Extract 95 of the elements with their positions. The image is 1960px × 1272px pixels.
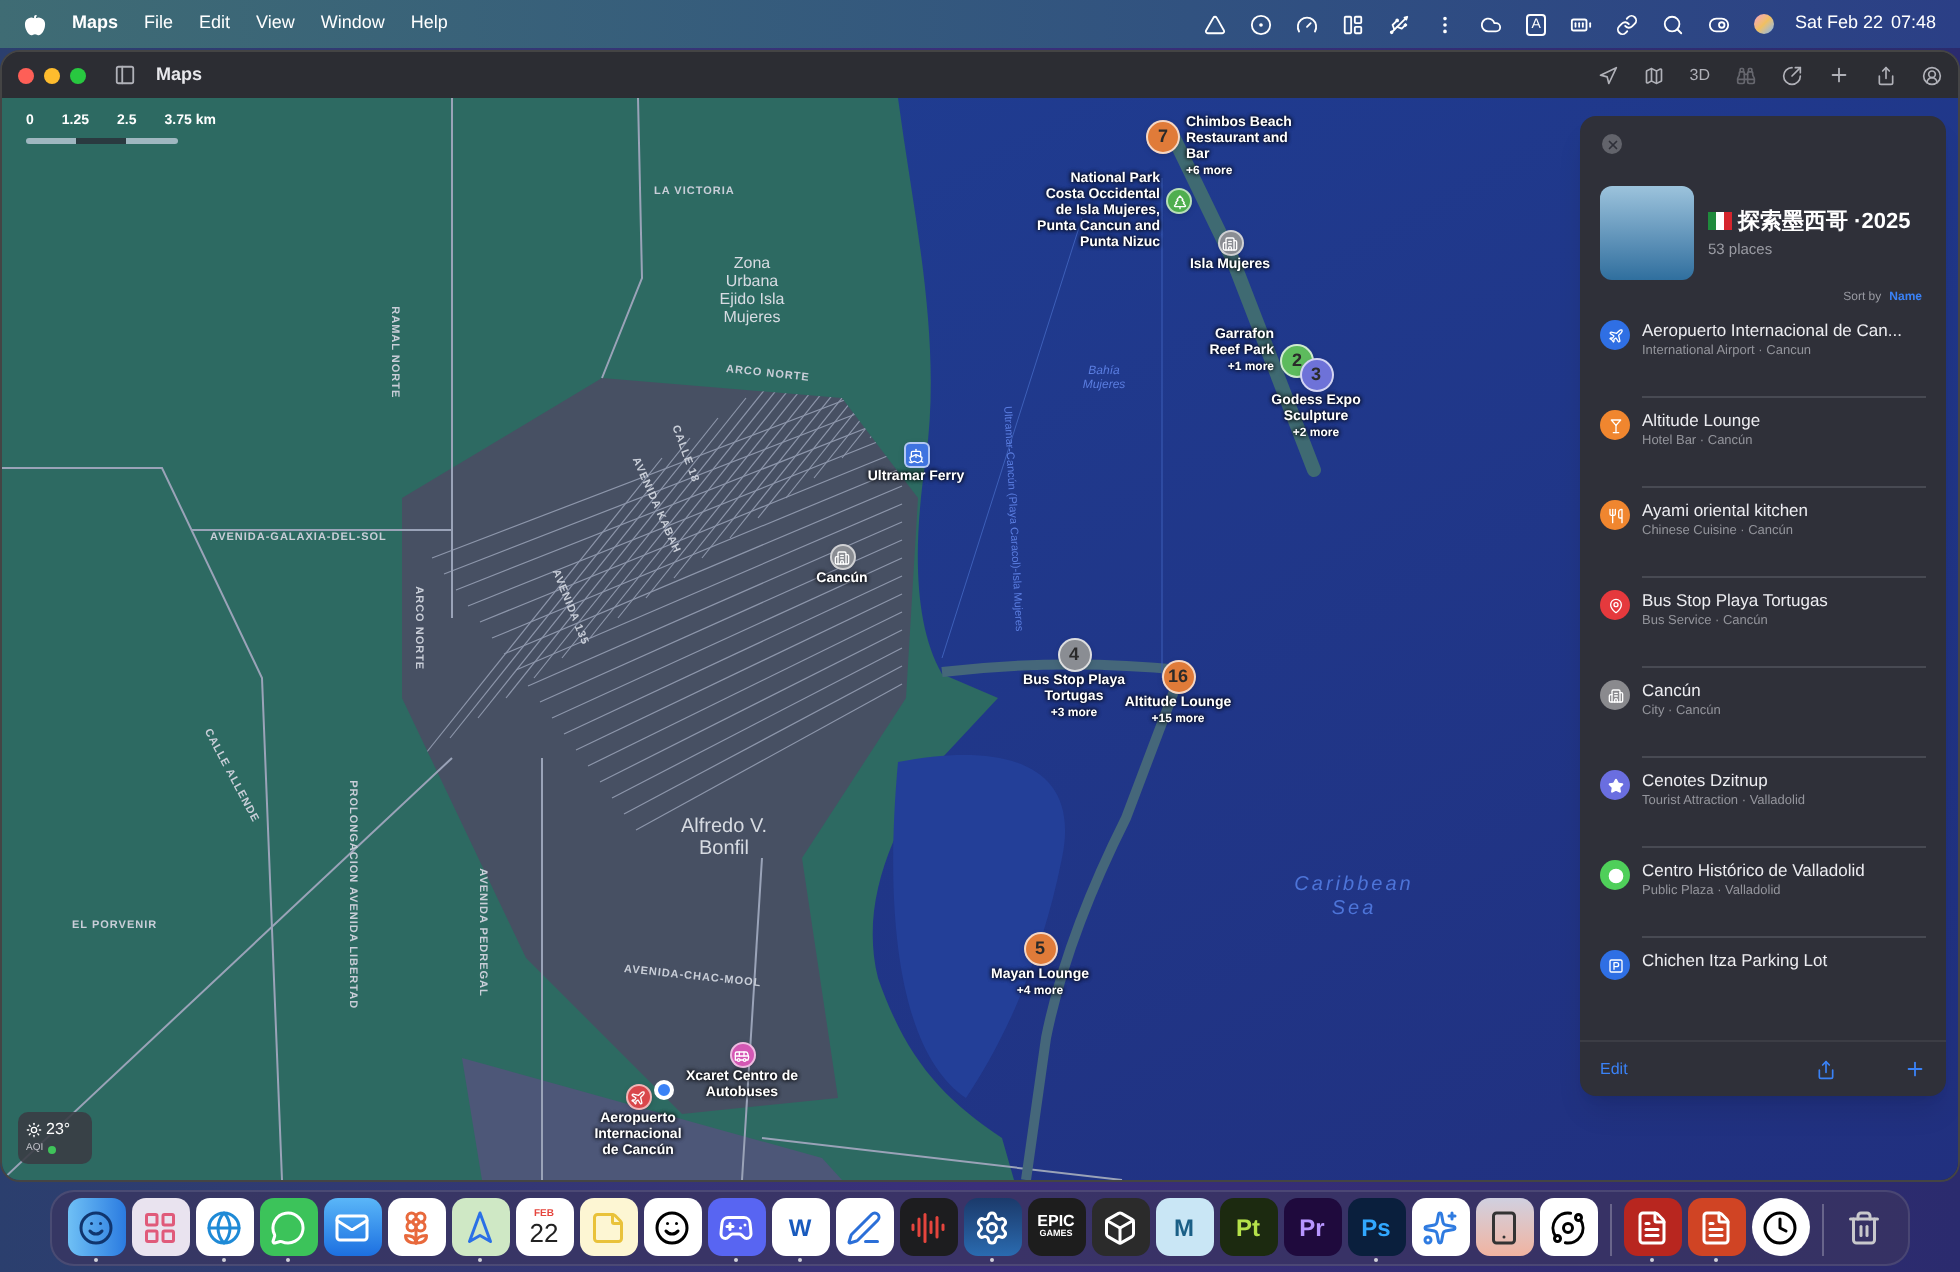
cube-icon (1102, 1209, 1138, 1245)
control-center-icon[interactable] (1708, 13, 1731, 35)
envelope-icon (334, 1209, 370, 1245)
dock-app-button[interactable]: Pt (1219, 1198, 1277, 1256)
globe-icon (206, 1209, 242, 1245)
phone-icon (1486, 1209, 1522, 1245)
place-name: Cancún (1642, 680, 1703, 702)
guide-title: 探索墨西哥 ·2025 (1738, 207, 1911, 238)
circle-arrow-icon[interactable] (1782, 65, 1802, 85)
dock-app-button[interactable] (835, 1198, 893, 1256)
menu-item[interactable]: File (144, 10, 174, 38)
dock-app-button[interactable] (1411, 1198, 1469, 1256)
menu-bar-date[interactable]: Sat Feb 22 (1794, 10, 1883, 38)
place-list-item[interactable]: Chichen Itza Parking Lot (1580, 938, 1946, 1026)
gear-icon (974, 1209, 1010, 1245)
pen-icon (846, 1209, 882, 1245)
dock-app-button[interactable] (387, 1198, 445, 1256)
notepad-icon (590, 1209, 626, 1245)
place-name: Bus Stop Playa Tortugas (1642, 590, 1828, 612)
menu-bar-time[interactable]: 07:48 (1890, 10, 1936, 38)
3d-toggle-button[interactable]: 3D (1689, 63, 1710, 87)
dock-app-button[interactable] (1623, 1198, 1681, 1256)
add-icon[interactable] (1903, 1058, 1926, 1080)
menu-item[interactable]: Help (410, 10, 448, 38)
orb-icon[interactable] (1754, 14, 1775, 34)
dock-app-button[interactable] (707, 1198, 765, 1256)
menu-item[interactable]: Edit (199, 10, 231, 38)
chat-bubble-icon (270, 1209, 306, 1245)
dock-app-button[interactable]: Pr (1283, 1198, 1341, 1256)
dock-app-button[interactable]: Ps (1347, 1198, 1405, 1256)
search-icon[interactable] (1662, 13, 1685, 35)
place-name: Aeropuerto Internacional de Can... (1642, 320, 1902, 342)
close-window-button[interactable] (18, 67, 34, 83)
triangle-icon[interactable] (1203, 13, 1226, 35)
sidebar-toggle-icon[interactable] (114, 64, 136, 86)
window-title: Maps (156, 61, 203, 88)
binoculars-icon[interactable] (1736, 65, 1756, 85)
battery-icon[interactable] (1570, 13, 1593, 35)
dock-app-button[interactable] (1751, 1198, 1809, 1256)
place-name: Chichen Itza Parking Lot (1642, 950, 1828, 972)
sparkle-icon (1422, 1209, 1458, 1245)
usb-icon[interactable] (1387, 13, 1410, 35)
panel-icon[interactable] (1341, 13, 1364, 35)
water-label: Caribbean Sea (1292, 874, 1416, 922)
dock-app-button[interactable] (259, 1198, 317, 1256)
account-icon[interactable] (1922, 65, 1942, 85)
edit-button[interactable]: Edit (1600, 1057, 1628, 1081)
waveform-icon (910, 1209, 946, 1245)
app-menu[interactable]: Maps (72, 10, 119, 38)
dock-app-button[interactable]: M (1155, 1198, 1213, 1256)
dock-app-button[interactable] (67, 1198, 125, 1256)
flag-icon (1708, 212, 1732, 231)
menu-item[interactable]: Window (320, 10, 385, 38)
dock-app-button[interactable] (323, 1198, 381, 1256)
place-name: Centro Histórico de Valladolid (1642, 860, 1865, 882)
dock-app-button[interactable] (643, 1198, 701, 1256)
share-icon[interactable] (1815, 1059, 1836, 1079)
arrow-icon (462, 1209, 498, 1245)
flower-icon (398, 1209, 434, 1245)
dock-app-button[interactable] (963, 1198, 1021, 1256)
circle-icon[interactable] (1249, 13, 1272, 35)
place-name: Ayami oriental kitchen (1642, 500, 1808, 522)
area-label: Alfredo V. Bonfil (679, 816, 769, 860)
smiley-face-icon (78, 1209, 114, 1245)
dock-app-button[interactable] (131, 1198, 189, 1256)
add-icon[interactable] (1828, 64, 1850, 86)
map-icon[interactable] (1643, 65, 1664, 85)
photo-placeholder (1600, 186, 1694, 280)
share-icon[interactable] (1876, 65, 1896, 85)
document-icon (1634, 1209, 1670, 1245)
apple-icon[interactable] (24, 13, 46, 35)
dock-app-button[interactable] (1091, 1198, 1149, 1256)
gauge-icon[interactable] (1295, 13, 1318, 35)
place-name: Altitude Lounge (1642, 410, 1761, 432)
place-name: Cenotes Dzitnup (1642, 770, 1770, 792)
temperature: 23° (46, 1118, 71, 1143)
dock-app-button[interactable] (1475, 1198, 1533, 1256)
dock-app-button[interactable]: W (771, 1198, 829, 1256)
dock-app-button[interactable] (1687, 1198, 1745, 1256)
zoom-window-button[interactable] (70, 67, 86, 83)
minimize-window-button[interactable] (44, 67, 60, 83)
clock-icon (1762, 1209, 1798, 1245)
grid-icon (142, 1209, 178, 1245)
area-label: Zona Urbana Ejido Isla Mujeres (717, 254, 787, 326)
link-icon[interactable] (1616, 13, 1639, 35)
dock-app-button[interactable] (1539, 1198, 1597, 1256)
cloud-icon[interactable] (1479, 13, 1502, 35)
location-arrow-icon[interactable] (1597, 65, 1618, 85)
trash-can-icon (1846, 1209, 1882, 1245)
sun-icon (26, 1122, 42, 1139)
dock-app-button[interactable] (579, 1198, 637, 1256)
menu-item[interactable]: View (256, 10, 295, 38)
dock-app-button[interactable] (451, 1198, 509, 1256)
dock-app-button[interactable] (195, 1198, 253, 1256)
ship-icon[interactable] (903, 442, 929, 468)
